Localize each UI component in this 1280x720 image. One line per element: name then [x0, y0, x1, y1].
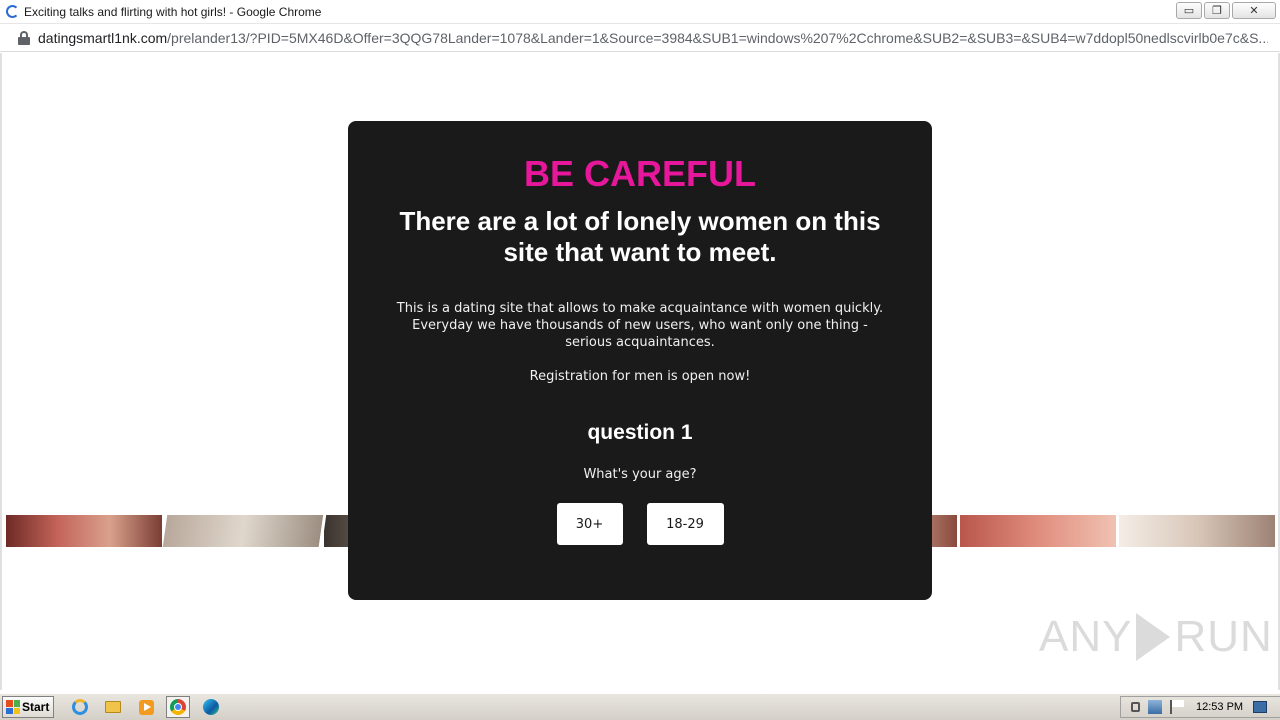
warning-heading: BE CAREFUL [524, 153, 756, 194]
modal-headline: There are a lot of lonely women on this … [399, 206, 881, 267]
page-viewport: BE CAREFUL There are a lot of lonely wom… [0, 53, 1280, 690]
system-tray: 12:53 PM [1120, 696, 1280, 718]
watermark-left-text: ANY [1039, 612, 1133, 661]
watermark-right-text: RUN [1174, 612, 1273, 661]
windows-flag-icon [6, 700, 20, 714]
action-center-flag-icon[interactable] [1170, 700, 1184, 714]
photo-tile [162, 515, 327, 547]
close-button[interactable]: ✕ [1232, 2, 1276, 19]
url-host: datingsmartl1nk.com [38, 29, 168, 46]
minimize-button[interactable]: ▭ [1176, 2, 1202, 19]
url-path: /prelander13/?PID=5MX46D&Offer=3QQG78Lan… [167, 29, 1268, 46]
modal-description: This is a dating site that allows to mak… [396, 301, 884, 350]
taskbar: Start 12:53 PM [0, 693, 1280, 720]
taskbar-edge[interactable] [199, 696, 223, 718]
media-player-icon [138, 699, 154, 715]
volume-icon[interactable] [1131, 702, 1140, 712]
taskbar-chrome[interactable] [166, 696, 190, 718]
registration-notice: Registration for men is open now! [529, 369, 751, 384]
question-text: What's your age? [583, 467, 697, 482]
photo-tile [6, 515, 165, 547]
answer-18-29-button[interactable]: 18-29 [646, 503, 724, 545]
lock-icon[interactable] [18, 30, 30, 45]
answer-30-plus-button[interactable]: 30+ [556, 503, 623, 545]
show-desktop-icon[interactable] [1253, 701, 1268, 713]
taskbar-ie[interactable] [68, 696, 92, 718]
taskbar-media-player[interactable] [134, 696, 158, 718]
play-icon [1136, 613, 1171, 661]
answer-group: 30+ 18-29 [348, 503, 932, 545]
window-titlebar: Exciting talks and flirting with hot gir… [0, 0, 1280, 24]
clock[interactable]: 12:53 PM [1196, 701, 1243, 713]
photo-tile [960, 515, 1119, 547]
start-label: Start [22, 700, 50, 714]
age-question-modal: BE CAREFUL There are a lot of lonely wom… [348, 121, 932, 600]
window-controls: ▭ ❐ ✕ [1176, 2, 1276, 19]
loading-spinner-icon [6, 5, 19, 18]
internet-explorer-icon [72, 699, 88, 715]
chrome-icon [170, 699, 186, 715]
question-title: question 1 [587, 421, 693, 444]
url-text[interactable]: datingsmartl1nk.com/prelander13/?PID=5MX… [38, 30, 1268, 46]
address-bar[interactable]: datingsmartl1nk.com/prelander13/?PID=5MX… [0, 24, 1280, 52]
taskbar-explorer[interactable] [101, 696, 125, 718]
anyrun-watermark: ANY RUN [1039, 607, 1272, 667]
folder-icon [105, 701, 121, 713]
window-title: Exciting talks and flirting with hot gir… [24, 4, 322, 19]
photo-tile [1119, 515, 1278, 547]
network-icon[interactable] [1148, 700, 1162, 714]
start-button[interactable]: Start [2, 696, 54, 718]
restore-button[interactable]: ❐ [1204, 2, 1230, 19]
edge-icon [203, 699, 219, 715]
